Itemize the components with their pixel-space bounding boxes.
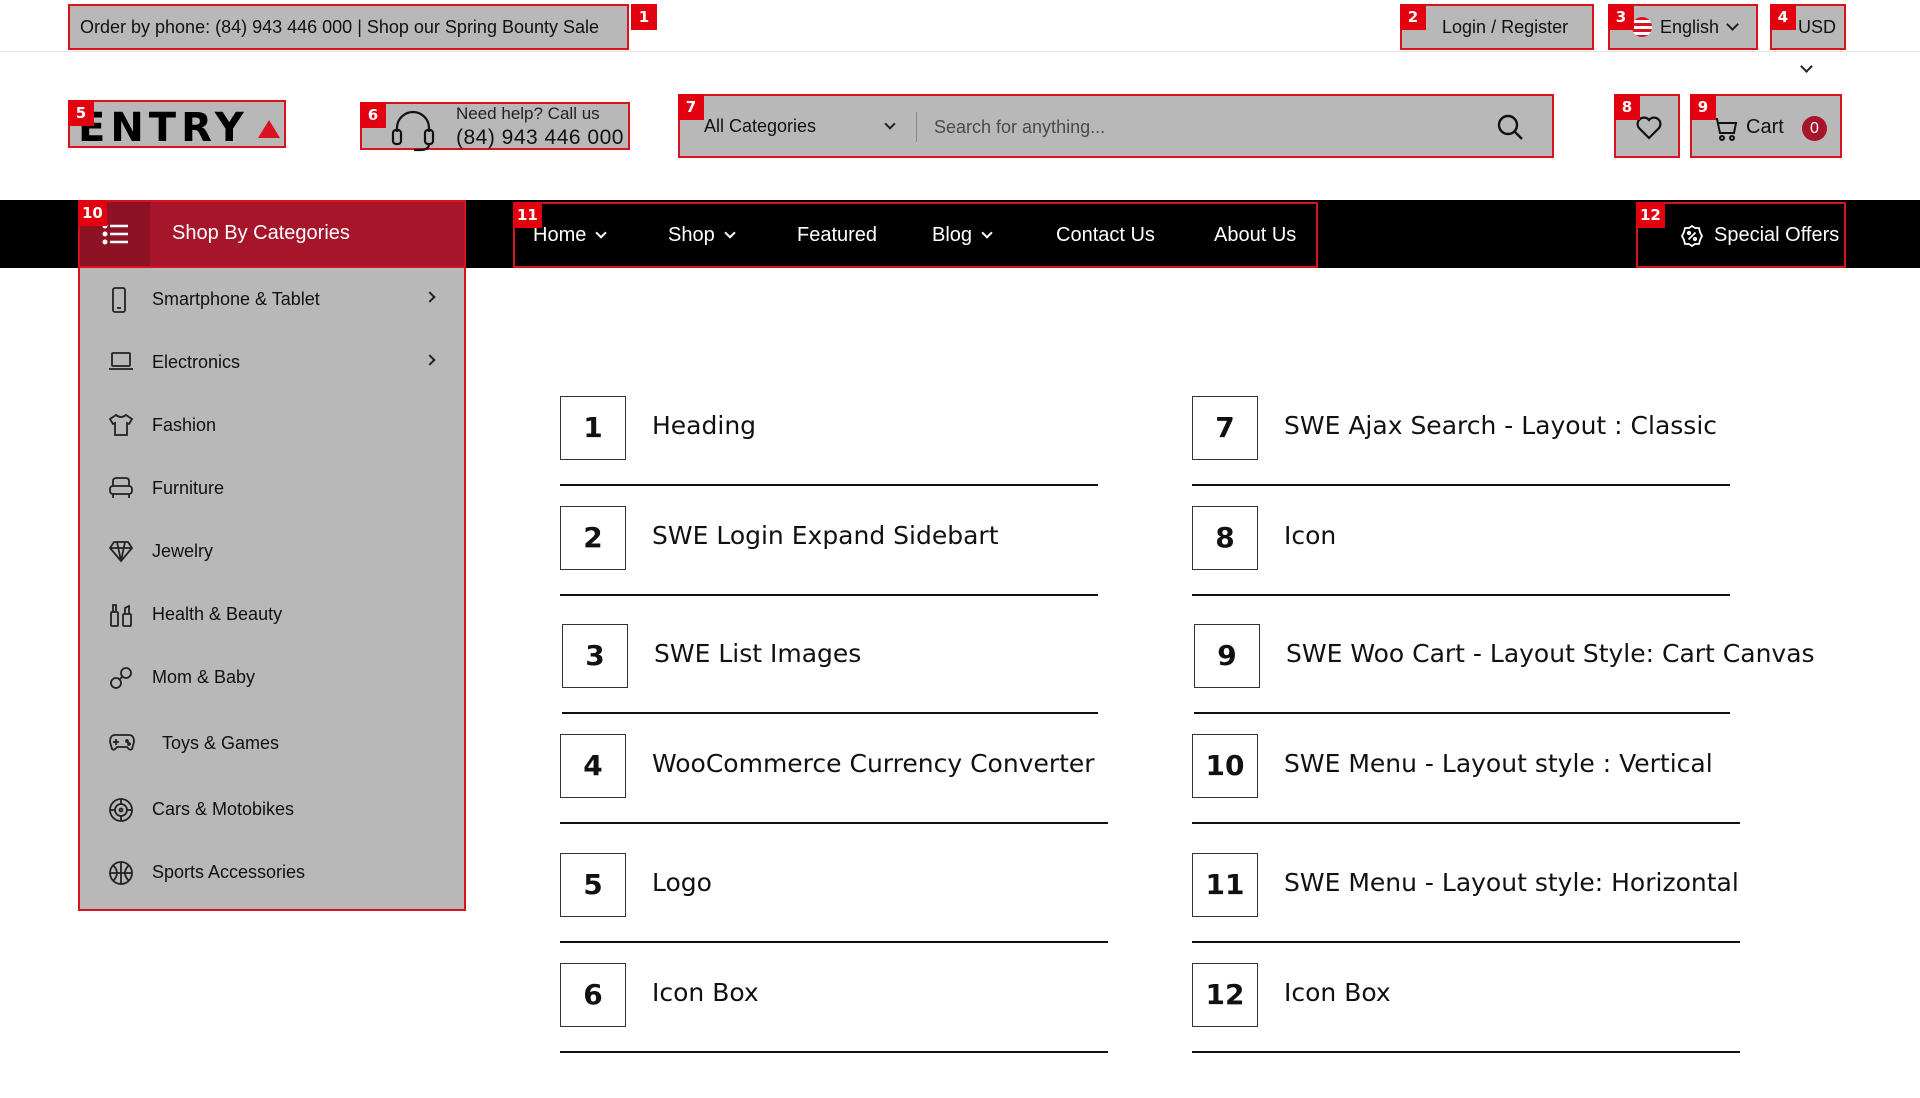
discount-badge-icon bbox=[1680, 224, 1704, 248]
cart-label: Cart bbox=[1746, 116, 1784, 138]
ball-icon bbox=[109, 861, 133, 885]
cosmetics-icon bbox=[110, 604, 132, 627]
nav-item-shop[interactable]: Shop bbox=[668, 224, 736, 247]
cart-count-badge: 0 bbox=[1802, 116, 1827, 141]
annotation-marker-8: 8 bbox=[1614, 94, 1640, 120]
annotation-marker-2: 2 bbox=[1400, 4, 1426, 30]
wheel-icon bbox=[109, 798, 133, 822]
legend-item-7: 7 SWE Ajax Search - Layout : Classic bbox=[1192, 396, 1730, 486]
currency-label: USD bbox=[1798, 17, 1837, 37]
chevron-down-icon bbox=[724, 227, 736, 239]
sidebar-item-jewelry[interactable]: Jewelry bbox=[104, 520, 442, 582]
register-link[interactable]: / Register bbox=[1491, 17, 1568, 37]
vertical-category-menu: Smartphone & Tablet Electronics Fashion … bbox=[78, 268, 466, 911]
legend-item-2: 2 SWE Login Expand Sidebart bbox=[560, 506, 1098, 596]
logo-text: ENTRY bbox=[78, 105, 249, 151]
flag-icon bbox=[1632, 17, 1652, 37]
sidebar-item-smartphone-tablet[interactable]: Smartphone & Tablet bbox=[104, 268, 442, 330]
ajax-search: 7 All Categories bbox=[678, 94, 1554, 158]
legend-item-5: 5 Logo bbox=[560, 853, 1108, 943]
site-logo[interactable]: 5 ENTRY bbox=[68, 100, 286, 151]
armchair-icon bbox=[109, 477, 133, 498]
login-register-link[interactable]: 2 Login / Register bbox=[1400, 4, 1594, 50]
promo-text: Order by phone: (84) 943 446 000 | Shop … bbox=[68, 4, 657, 50]
horizontal-menu: 11 Home Shop Featured Blog Contact Us Ab… bbox=[513, 202, 1318, 268]
sidebar-item-cars-motobikes[interactable]: Cars & Motobikes bbox=[104, 778, 442, 840]
annotation-marker-12: 12 bbox=[1636, 202, 1665, 228]
chevron-right-icon bbox=[424, 354, 436, 366]
annotation-marker-5: 5 bbox=[68, 100, 94, 126]
nav-item-contact[interactable]: Contact Us bbox=[1056, 224, 1155, 247]
help-icon-box: 6 Need help? Call us (84) 943 446 000 bbox=[360, 102, 630, 152]
chevron-down-icon bbox=[884, 118, 896, 130]
chevron-down-icon bbox=[981, 227, 993, 239]
legend-item-4: 4 WooCommerce Currency Converter bbox=[560, 734, 1108, 824]
categories-label: Shop By Categories bbox=[172, 222, 350, 244]
chevron-right-icon bbox=[424, 291, 436, 303]
pacifier-icon bbox=[110, 667, 132, 689]
legend-item-9: 9 SWE Woo Cart - Layout Style: Cart Canv… bbox=[1194, 624, 1815, 714]
annotation-marker-4: 4 bbox=[1770, 4, 1796, 30]
chevron-down-icon bbox=[595, 227, 608, 239]
sidebar-item-mom-baby[interactable]: Mom & Baby bbox=[104, 646, 442, 708]
chevron-down-icon bbox=[1800, 60, 1813, 73]
help-phone: (84) 943 446 000 bbox=[456, 126, 624, 149]
legend-item-10: 10 SWE Menu - Layout style : Vertical bbox=[1192, 734, 1740, 824]
legend-item-1: 1 Heading bbox=[560, 396, 1098, 486]
annotation-marker-10: 10 bbox=[78, 200, 107, 226]
sidebar-item-electronics[interactable]: Electronics bbox=[104, 331, 442, 393]
nav-item-home[interactable]: Home bbox=[533, 224, 608, 247]
sidebar-item-fashion[interactable]: Fashion bbox=[104, 394, 442, 456]
help-text: Need help? Call us bbox=[456, 104, 600, 123]
legend-item-8: 8 Icon bbox=[1192, 506, 1730, 596]
headset-icon bbox=[391, 110, 435, 152]
gamepad-icon bbox=[109, 734, 135, 751]
wishlist-button[interactable]: 8 bbox=[1614, 94, 1680, 158]
diamond-icon bbox=[108, 541, 134, 563]
shirt-icon bbox=[108, 413, 134, 436]
special-offers-label: Special Offers bbox=[1714, 224, 1840, 246]
annotation-marker-1: 1 bbox=[631, 4, 657, 30]
smartphone-icon bbox=[112, 287, 126, 313]
search-input[interactable] bbox=[934, 110, 1494, 144]
sidebar-item-toys-games[interactable]: Toys & Games bbox=[104, 709, 442, 777]
sidebar-item-sports-accessories[interactable]: Sports Accessories bbox=[104, 841, 442, 903]
annotation-marker-7: 7 bbox=[678, 94, 704, 120]
legend-item-11: 11 SWE Menu - Layout style: Horizontal bbox=[1192, 853, 1740, 943]
cart-button[interactable]: 9 Cart 0 bbox=[1690, 94, 1842, 158]
annotation-marker-11: 11 bbox=[513, 202, 542, 228]
chevron-down-icon bbox=[1726, 18, 1739, 31]
login-link[interactable]: Login bbox=[1442, 17, 1486, 37]
laptop-icon bbox=[109, 352, 133, 370]
legend-item-3: 3 SWE List Images bbox=[562, 624, 1098, 714]
search-icon[interactable] bbox=[1496, 113, 1524, 141]
nav-item-about[interactable]: About Us bbox=[1214, 224, 1296, 247]
annotation-marker-3: 3 bbox=[1608, 4, 1634, 30]
currency-selector[interactable]: 4 USD bbox=[1770, 4, 1846, 73]
language-selector[interactable]: 3 English bbox=[1608, 4, 1758, 50]
special-offers-link[interactable]: 12 Special Offers bbox=[1636, 202, 1846, 268]
nav-item-blog[interactable]: Blog bbox=[932, 224, 993, 247]
legend-item-6: 6 Icon Box bbox=[560, 963, 1108, 1053]
sidebar-item-furniture[interactable]: Furniture bbox=[104, 457, 442, 519]
category-select[interactable]: All Categories bbox=[704, 116, 896, 137]
logo-triangle-icon bbox=[258, 120, 280, 138]
search-divider bbox=[916, 112, 917, 142]
annotation-marker-9: 9 bbox=[1690, 94, 1716, 120]
shop-by-categories-toggle[interactable]: 10 Shop By Categories bbox=[78, 200, 466, 268]
legend-item-12: 12 Icon Box bbox=[1192, 963, 1740, 1053]
annotation-marker-6: 6 bbox=[360, 102, 386, 128]
nav-item-featured[interactable]: Featured bbox=[797, 224, 877, 247]
sidebar-item-health-beauty[interactable]: Health & Beauty bbox=[104, 583, 442, 645]
language-label: English bbox=[1660, 17, 1720, 37]
